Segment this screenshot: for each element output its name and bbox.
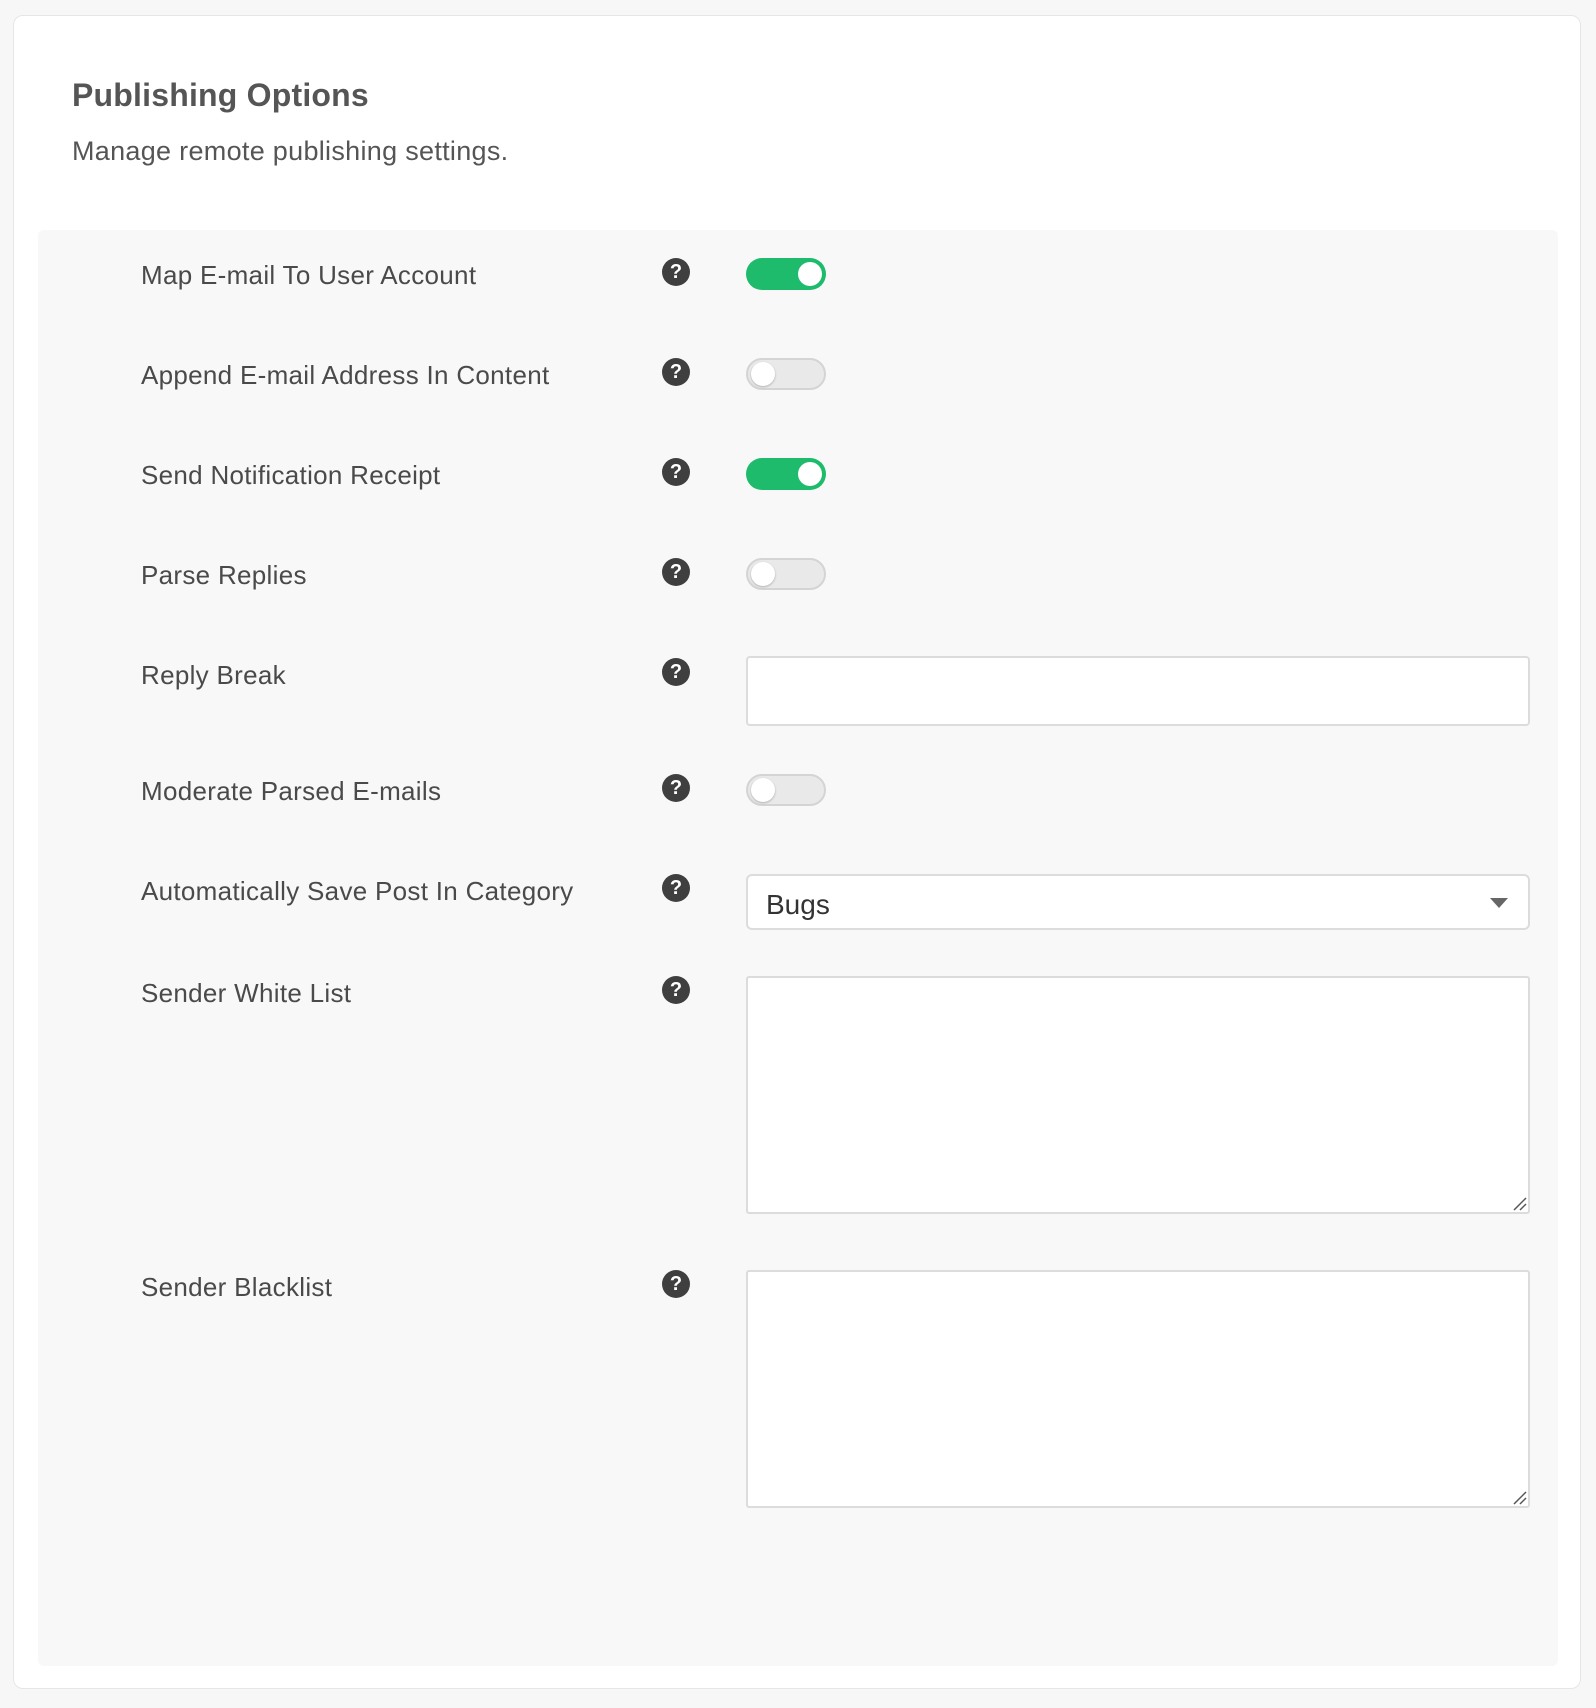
append-email-label: Append E-mail Address In Content (141, 360, 550, 390)
category-select-value: Bugs (766, 889, 830, 920)
toggle-knob (798, 262, 822, 286)
moderate-parsed-toggle[interactable] (746, 774, 826, 806)
send-receipt-toggle[interactable] (746, 458, 826, 490)
parse-replies-toggle[interactable] (746, 558, 826, 590)
page-title: Publishing Options (72, 77, 369, 113)
toggle-knob (751, 362, 775, 386)
parse-replies-label: Parse Replies (141, 560, 307, 590)
reply-break-input[interactable] (746, 656, 1530, 726)
page-description: Manage remote publishing settings. (72, 136, 509, 166)
reply-break-label: Reply Break (141, 660, 286, 690)
white-list-textarea[interactable] (746, 976, 1530, 1214)
white-list-label: Sender White List (141, 978, 352, 1008)
help-icon[interactable]: ? (662, 774, 690, 802)
category-select[interactable]: Bugs (746, 874, 1530, 930)
auto-category-label: Automatically Save Post In Category (141, 876, 574, 906)
resize-grip-icon[interactable] (1512, 1490, 1528, 1506)
settings-panel: Map E-mail To User Account ? Append E-ma… (38, 230, 1558, 1666)
publishing-options-card: Publishing Options Manage remote publish… (13, 15, 1581, 1689)
send-receipt-label: Send Notification Receipt (141, 460, 441, 490)
toggle-knob (751, 778, 775, 802)
toggle-knob (751, 562, 775, 586)
resize-grip-icon[interactable] (1512, 1196, 1528, 1212)
chevron-down-icon (1490, 898, 1508, 908)
append-email-toggle[interactable] (746, 358, 826, 390)
help-icon[interactable]: ? (662, 258, 690, 286)
help-icon[interactable]: ? (662, 1270, 690, 1298)
help-icon[interactable]: ? (662, 358, 690, 386)
help-icon[interactable]: ? (662, 558, 690, 586)
toggle-knob (798, 462, 822, 486)
map-email-toggle[interactable] (746, 258, 826, 290)
help-icon[interactable]: ? (662, 658, 690, 686)
blacklist-label: Sender Blacklist (141, 1272, 333, 1302)
map-email-label: Map E-mail To User Account (141, 260, 477, 290)
help-icon[interactable]: ? (662, 976, 690, 1004)
help-icon[interactable]: ? (662, 874, 690, 902)
help-icon[interactable]: ? (662, 458, 690, 486)
blacklist-textarea[interactable] (746, 1270, 1530, 1508)
moderate-parsed-label: Moderate Parsed E-mails (141, 776, 442, 806)
